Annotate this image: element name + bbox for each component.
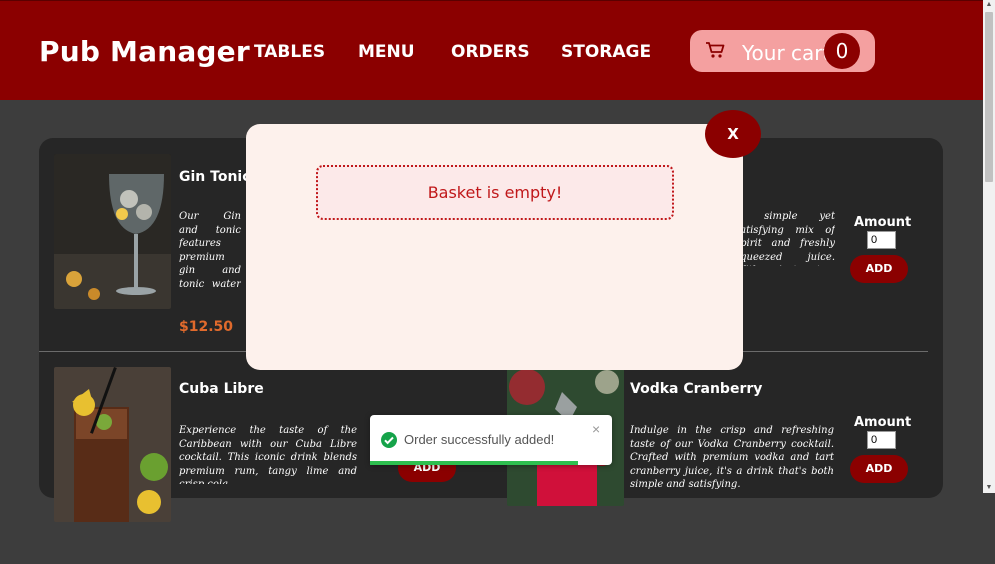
brand-title[interactable]: Pub Manager — [39, 35, 250, 68]
cart-modal: Basket is empty! — [246, 124, 743, 370]
cart-count-badge: 0 — [824, 33, 860, 69]
cuba-libre-image — [54, 367, 171, 522]
product-description: Our Gin and tonic features premium gin a… — [179, 211, 241, 290]
toast-progress-bar — [370, 461, 579, 465]
product-title: Cuba Libre — [179, 381, 264, 397]
amount-input[interactable]: 0 — [867, 231, 896, 249]
toast-close-icon[interactable]: × — [592, 421, 600, 437]
scroll-down-icon[interactable]: ▼ — [983, 483, 995, 493]
cart-label: Your cart — [742, 41, 831, 65]
product-description: A simple yet satisfying mix of spirit an… — [735, 211, 835, 266]
nav-orders[interactable]: ORDERS — [451, 42, 530, 62]
modal-close-button[interactable]: X — [705, 110, 761, 158]
amount-label: Amount — [854, 215, 912, 230]
product-price: $12.50 — [179, 319, 234, 335]
product-title: Vodka Cranberry — [630, 381, 763, 397]
product-description: Experience the taste of the Caribbean wi… — [179, 425, 357, 484]
amount-label: Amount — [854, 415, 912, 430]
nav-menu[interactable]: MENU — [358, 42, 415, 62]
empty-basket-message: Basket is empty! — [316, 165, 674, 220]
nav-tables[interactable]: TABLES — [254, 42, 325, 62]
toast-message: Order successfully added! — [404, 432, 555, 447]
success-toast: Order successfully added! × — [370, 415, 612, 465]
product-description: Indulge in the crisp and refreshing tast… — [630, 425, 834, 490]
check-circle-icon — [381, 432, 397, 448]
cart-button[interactable]: Your cart 0 — [690, 30, 875, 72]
scroll-up-icon[interactable]: ▲ — [983, 0, 995, 10]
add-button[interactable]: ADD — [850, 255, 908, 283]
gin-tonic-image — [54, 154, 171, 309]
amount-input[interactable]: 0 — [867, 431, 896, 449]
cart-icon — [706, 42, 725, 58]
product-title: Gin Tonic — [179, 169, 251, 185]
nav-storage[interactable]: STORAGE — [561, 42, 651, 62]
scroll-thumb[interactable] — [985, 12, 993, 182]
page-scrollbar[interactable]: ▲ ▼ — [983, 0, 995, 493]
add-button[interactable]: ADD — [850, 455, 908, 483]
header: Pub Manager TABLES MENU ORDERS STORAGE Y… — [0, 0, 983, 100]
